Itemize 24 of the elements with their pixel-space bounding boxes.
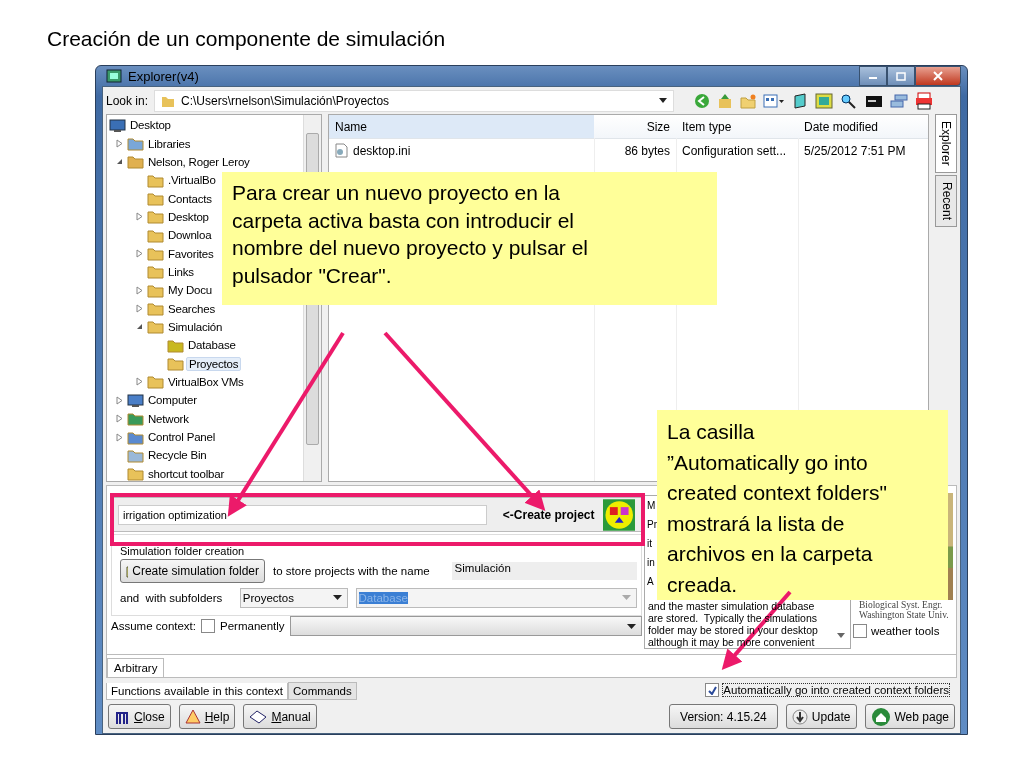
subfolders-label: and with subfolders (120, 591, 224, 604)
help-text: it (647, 538, 652, 549)
table-cell-text: 86 bytes (623, 142, 671, 160)
checkbox-label: Permanently (220, 620, 285, 632)
help-text: Pr (647, 519, 657, 530)
note-tooltip: Para crear un nuevo proyecto en la carpeta activa basta con introducir el nombre del nuevo proyecto y pulsar el pulsador "Crear". (222, 172, 717, 305)
slide-title: Creación de un componente de simulación (47, 26, 446, 52)
window-title: Explorer(v4) (128, 68, 199, 84)
credit-text: Biological Syst. Engr. (858, 600, 943, 610)
table-cell: desktop.ini (353, 143, 411, 158)
checkbox-label: weather tools (871, 625, 940, 637)
credit-text: Washington State Univ. (858, 610, 949, 620)
context-label: Assume context: (111, 620, 196, 632)
checkbox-label: Automatically go into created context folders (723, 684, 949, 696)
help-text: folder may be stored in your desktop (648, 624, 818, 636)
note-tooltip: La casilla ”Automatically go into created context folders" mostrará la lista de archivos en la carpeta creada. (657, 410, 948, 600)
help-text: M (647, 500, 656, 511)
group-title: Simulation folder creation (120, 545, 245, 557)
help-text: A (647, 576, 654, 587)
table-cell-text: Configuration sett... (681, 142, 788, 160)
help-text: in (647, 557, 655, 568)
store-label: to store projects with the name (273, 564, 430, 577)
look-in-label: Look in: (106, 93, 149, 108)
table-cell-text: 5/25/2012 7:51 PM (803, 142, 907, 160)
